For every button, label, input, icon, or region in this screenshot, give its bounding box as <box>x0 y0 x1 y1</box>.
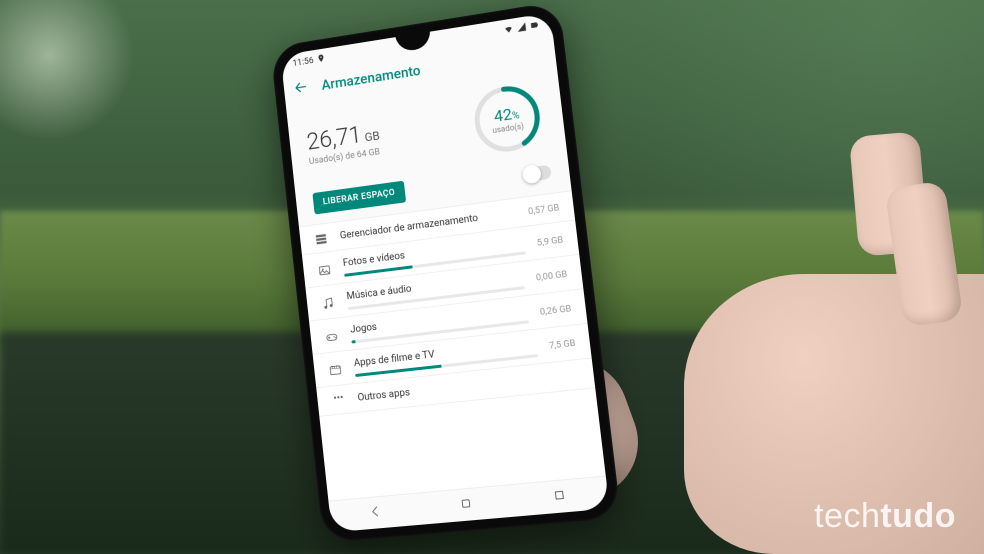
photos-icon <box>316 262 333 278</box>
wifi-icon <box>503 23 514 37</box>
status-time: 11:56 <box>292 56 314 69</box>
signal-icon <box>516 21 527 35</box>
storage-category-list: Gerenciador de armazenamento 0,57 GB Fot… <box>299 190 606 500</box>
page-title: Armazenamento <box>321 63 421 94</box>
row-size: 7,5 GB <box>549 338 576 351</box>
row-size: 0,57 GB <box>528 203 560 217</box>
row-size: 0,00 GB <box>535 269 567 283</box>
row-size: 5,9 GB <box>536 235 563 248</box>
apps-icon <box>330 393 347 408</box>
usage-ring-chart: 42% usado(s) <box>466 77 548 161</box>
music-icon <box>320 295 337 311</box>
location-icon <box>317 53 327 66</box>
smartphone: 11:56 Armazenamento 26,71GB U <box>270 1 621 543</box>
storage-manager-icon <box>313 231 330 247</box>
percent-symbol: % <box>512 110 521 122</box>
movies-icon <box>327 362 344 377</box>
back-arrow-icon[interactable] <box>293 78 310 99</box>
nav-recent-icon[interactable] <box>552 486 569 507</box>
row-size: 0,26 GB <box>539 304 572 318</box>
used-storage-unit: GB <box>364 129 380 145</box>
nav-home-icon[interactable] <box>458 495 474 515</box>
games-icon <box>323 329 340 344</box>
battery-icon <box>529 19 541 33</box>
nav-back-icon[interactable] <box>367 503 383 523</box>
storage-manager-toggle[interactable] <box>522 165 552 183</box>
watermark: techtudo <box>814 497 956 536</box>
